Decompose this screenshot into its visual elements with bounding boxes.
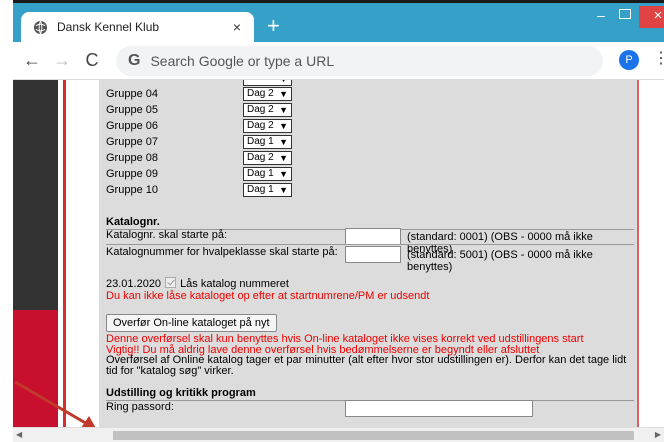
back-arrow-icon[interactable]: ←: [21, 50, 43, 70]
day-select[interactable]: Dag 1 ▼: [243, 167, 292, 181]
tab-title: Dansk Kennel Klub: [57, 20, 160, 34]
puppy-start-label: Katalognummer for hvalpeklasse skal star…: [106, 246, 338, 258]
ring-password-label: Ring passord:: [106, 401, 174, 413]
group-label: Gruppe 05: [106, 104, 158, 116]
address-bar[interactable]: G Search Google or type a URL: [116, 46, 603, 76]
day-select[interactable]: Dag 2 ▼: [243, 87, 292, 101]
transfer-catalog-button[interactable]: Overfør On-line kataloget på nyt: [106, 314, 277, 332]
browser-toolbar: ← → C G Search Google or type a URL P ⋮: [13, 42, 664, 80]
day-select[interactable]: Dag 2 ▼: [243, 103, 292, 117]
window-maximize-button[interactable]: [619, 9, 631, 19]
site-red-decoration: [13, 310, 58, 427]
screen-margin: [0, 0, 13, 442]
program-heading: Udstilling og kritikk program: [106, 387, 256, 399]
site-red-line: [63, 80, 66, 427]
dropdown-arrow-icon: ▼: [279, 137, 288, 147]
horizontal-scrollbar[interactable]: ◀ ▶: [13, 427, 664, 442]
window-close-button[interactable]: ×: [639, 6, 664, 28]
profile-avatar[interactable]: P: [619, 50, 639, 70]
divider: [106, 244, 634, 245]
browser-tab-bar: Dansk Kennel Klub × + – ×: [13, 3, 664, 42]
group-row-cutoff: ▼: [106, 80, 306, 87]
tab-close-icon[interactable]: ×: [226, 19, 248, 35]
lock-row: 23.01.2020 Lås katalog nummeret: [106, 277, 289, 290]
day-select[interactable]: Dag 2 ▼: [243, 151, 292, 165]
day-select[interactable]: Dag 2 ▼: [243, 119, 292, 133]
day-select-value: Dag 2: [247, 104, 274, 115]
group-row: Gruppe 05 Dag 2 ▼: [106, 103, 306, 118]
group-label: Gruppe 07: [106, 136, 158, 148]
day-select[interactable]: Dag 1 ▼: [243, 135, 292, 149]
google-g-icon: G: [128, 52, 141, 69]
day-select-value: Dag 2: [247, 88, 274, 99]
dropdown-arrow-icon: ▼: [279, 89, 288, 99]
transfer-info: Overførsel af Online katalog tager et pa…: [106, 354, 627, 377]
day-select-value: Dag 1: [247, 184, 274, 195]
address-bar-placeholder: Search Google or type a URL: [150, 53, 335, 69]
group-row: Gruppe 06 Dag 2 ▼: [106, 119, 306, 134]
window-minimize-button[interactable]: –: [590, 7, 612, 27]
page-viewport: ▼ Gruppe 04Dag 2▼Gruppe 05Dag 2▼Gruppe 0…: [13, 80, 664, 427]
globe-icon: [33, 20, 48, 34]
scroll-right-icon[interactable]: ▶: [655, 430, 661, 439]
dropdown-arrow-icon: ▼: [279, 185, 288, 195]
menu-kebab-icon[interactable]: ⋮: [653, 51, 664, 67]
lock-date: 23.01.2020: [106, 278, 162, 290]
katalog-heading: Katalognr.: [106, 216, 160, 228]
day-select-value: Dag 1: [247, 136, 274, 147]
group-label: Gruppe 06: [106, 120, 158, 132]
settings-panel: ▼ Gruppe 04Dag 2▼Gruppe 05Dag 2▼Gruppe 0…: [99, 80, 639, 427]
lock-checkbox[interactable]: [165, 277, 177, 288]
lock-warning: Du kan ikke låse kataloget op efter at s…: [106, 290, 430, 302]
scroll-left-icon[interactable]: ◀: [16, 430, 22, 439]
katalog-start-label: Katalognr. skal starte på:: [106, 229, 228, 241]
lock-label: Lås katalog nummeret: [180, 278, 289, 290]
scrollbar-thumb[interactable]: [113, 431, 634, 440]
puppy-start-hint: (standard: 5001) (OBS - 0000 må ikke ben…: [407, 249, 593, 273]
group-row: Gruppe 07 Dag 1 ▼: [106, 135, 306, 150]
puppy-start-input[interactable]: [345, 246, 401, 263]
day-select[interactable]: Dag 1 ▼: [243, 183, 292, 197]
group-row: Gruppe 10 Dag 1 ▼: [106, 183, 306, 198]
day-select-value: Dag 2: [247, 152, 274, 163]
group-label: Gruppe 04: [106, 88, 158, 100]
group-row: Gruppe 09 Dag 1 ▼: [106, 167, 306, 182]
katalog-start-input[interactable]: [345, 228, 401, 245]
dropdown-arrow-icon: ▼: [279, 169, 288, 179]
group-row: Gruppe 08 Dag 2 ▼: [106, 151, 306, 166]
day-select-value: Dag 2: [247, 120, 274, 131]
new-tab-button[interactable]: +: [267, 15, 280, 37]
dropdown-arrow-icon: ▼: [279, 121, 288, 131]
day-select-value: Dag 1: [247, 168, 274, 179]
dropdown-arrow-icon: ▼: [279, 105, 288, 115]
group-label: Gruppe 10: [106, 184, 158, 196]
forward-arrow-icon[interactable]: →: [51, 50, 73, 70]
dropdown-arrow-icon: ▼: [279, 153, 288, 163]
day-select[interactable]: ▼: [243, 80, 292, 86]
reload-icon[interactable]: C: [81, 50, 103, 70]
group-label: Gruppe 08: [106, 152, 158, 164]
group-row: Gruppe 04 Dag 2 ▼: [106, 87, 306, 102]
browser-tab[interactable]: Dansk Kennel Klub ×: [21, 12, 254, 42]
ring-password-input[interactable]: [345, 400, 533, 417]
group-label: Gruppe 09: [106, 168, 158, 180]
